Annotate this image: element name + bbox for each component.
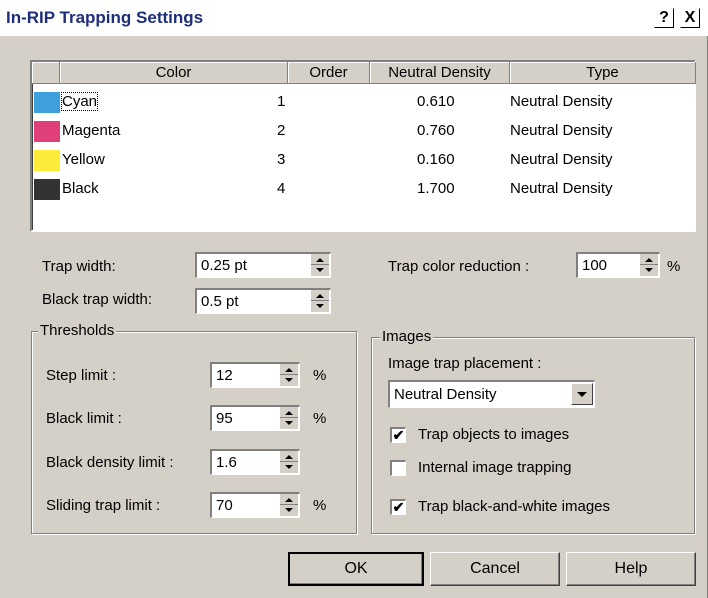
internal-image-trapping-label[interactable]: Internal image trapping bbox=[418, 459, 571, 476]
spin-up-icon[interactable] bbox=[311, 290, 329, 301]
sliding-trap-limit-input[interactable]: 70 bbox=[210, 492, 300, 518]
spin-down-icon[interactable] bbox=[640, 265, 658, 276]
thresholds-group-label: Thresholds bbox=[38, 322, 117, 339]
trap-color-reduction-input[interactable]: 100 bbox=[576, 252, 660, 278]
type-value: Neutral Density bbox=[510, 122, 613, 139]
percent-unit: % bbox=[313, 367, 327, 384]
close-button[interactable]: X bbox=[680, 8, 700, 28]
trap-bw-images-checkbox[interactable]: ✔ bbox=[390, 499, 406, 515]
trap-color-reduction-spinner[interactable] bbox=[640, 254, 658, 276]
cancel-button[interactable]: Cancel bbox=[430, 552, 560, 586]
chevron-down-icon[interactable] bbox=[571, 383, 593, 405]
spin-down-icon[interactable] bbox=[280, 375, 298, 386]
help-title-button[interactable]: ? bbox=[654, 8, 674, 28]
help-button[interactable]: Help bbox=[566, 552, 696, 586]
neutral-density-value: 0.760 bbox=[417, 122, 455, 139]
trap-objects-checkbox[interactable]: ✔ bbox=[390, 427, 406, 443]
trap-color-reduction-value: 100 bbox=[582, 257, 608, 274]
spin-down-icon[interactable] bbox=[280, 462, 298, 473]
black-density-limit-label: Black density limit : bbox=[46, 454, 174, 471]
black-trap-width-label: Black trap width: bbox=[42, 291, 153, 308]
color-name: Yellow bbox=[62, 151, 105, 168]
black-trap-width-input[interactable]: 0.5 pt bbox=[195, 288, 331, 314]
table-row[interactable]: Cyan 1 0.610 Neutral Density bbox=[32, 90, 694, 114]
order-value: 1 bbox=[277, 93, 286, 110]
color-swatch bbox=[34, 121, 60, 142]
header-spacer bbox=[32, 62, 60, 84]
spin-down-icon[interactable] bbox=[311, 301, 329, 312]
spin-down-icon[interactable] bbox=[280, 505, 298, 516]
trap-objects-label[interactable]: Trap objects to images bbox=[418, 426, 569, 443]
spin-down-icon[interactable] bbox=[311, 265, 329, 276]
column-header-order[interactable]: Order bbox=[288, 62, 370, 84]
trap-width-spinner[interactable] bbox=[311, 254, 329, 276]
column-header-color[interactable]: Color bbox=[60, 62, 288, 84]
type-value: Neutral Density bbox=[510, 93, 613, 110]
spin-up-icon[interactable] bbox=[280, 364, 298, 375]
color-swatch bbox=[34, 179, 60, 200]
percent-unit: % bbox=[313, 410, 327, 427]
ok-button[interactable]: OK bbox=[288, 552, 424, 586]
order-value: 3 bbox=[277, 151, 286, 168]
trap-width-input[interactable]: 0.25 pt bbox=[195, 252, 331, 278]
image-trap-placement-value: Neutral Density bbox=[394, 386, 497, 403]
table-row[interactable]: Black 4 1.700 Neutral Density bbox=[32, 177, 694, 201]
neutral-density-value: 0.160 bbox=[417, 151, 455, 168]
image-trap-placement-label: Image trap placement : bbox=[388, 355, 542, 372]
order-value: 2 bbox=[277, 122, 286, 139]
type-value: Neutral Density bbox=[510, 180, 613, 197]
sliding-trap-limit-spinner[interactable] bbox=[280, 494, 298, 516]
images-group-label: Images bbox=[380, 328, 434, 345]
spin-down-icon[interactable] bbox=[280, 418, 298, 429]
window-title: In-RIP Trapping Settings bbox=[6, 8, 204, 27]
table-row[interactable]: Magenta 2 0.760 Neutral Density bbox=[32, 119, 694, 143]
type-value: Neutral Density bbox=[510, 151, 613, 168]
image-trap-placement-select[interactable]: Neutral Density bbox=[388, 380, 595, 408]
spin-up-icon[interactable] bbox=[280, 407, 298, 418]
black-density-limit-input[interactable]: 1.6 bbox=[210, 449, 300, 475]
sliding-trap-limit-value: 70 bbox=[216, 497, 233, 514]
spin-up-icon[interactable] bbox=[280, 494, 298, 505]
column-header-neutral-density[interactable]: Neutral Density bbox=[370, 62, 510, 84]
neutral-density-value: 0.610 bbox=[417, 93, 455, 110]
sliding-trap-limit-label: Sliding trap limit : bbox=[46, 497, 161, 514]
color-list[interactable]: Color Order Neutral Density Type Cyan 1 … bbox=[30, 60, 696, 232]
color-swatch bbox=[34, 92, 60, 113]
trapping-dialog: In-RIP Trapping Settings ? X Color Order… bbox=[0, 0, 708, 598]
color-swatch bbox=[34, 150, 60, 171]
black-limit-label: Black limit : bbox=[46, 410, 122, 427]
step-limit-input[interactable]: 12 bbox=[210, 362, 300, 388]
trap-bw-images-label[interactable]: Trap black-and-white images bbox=[418, 498, 610, 515]
black-limit-value: 95 bbox=[216, 410, 233, 427]
black-density-limit-spinner[interactable] bbox=[280, 451, 298, 473]
spin-up-icon[interactable] bbox=[311, 254, 329, 265]
black-trap-width-spinner[interactable] bbox=[311, 290, 329, 312]
black-density-limit-value: 1.6 bbox=[216, 454, 237, 471]
internal-image-trapping-checkbox[interactable] bbox=[390, 460, 406, 476]
percent-unit: % bbox=[313, 497, 327, 514]
black-limit-spinner[interactable] bbox=[280, 407, 298, 429]
step-limit-label: Step limit : bbox=[46, 367, 117, 384]
percent-unit: % bbox=[667, 258, 681, 275]
spin-up-icon[interactable] bbox=[280, 451, 298, 462]
color-name: Cyan bbox=[60, 92, 99, 111]
title-bar: In-RIP Trapping Settings ? X bbox=[0, 0, 708, 36]
black-trap-width-value: 0.5 pt bbox=[201, 293, 239, 310]
trap-width-label: Trap width: bbox=[42, 258, 116, 275]
trap-color-reduction-label: Trap color reduction : bbox=[388, 258, 530, 275]
step-limit-value: 12 bbox=[216, 367, 233, 384]
trap-width-value: 0.25 pt bbox=[201, 257, 247, 274]
neutral-density-value: 1.700 bbox=[417, 180, 455, 197]
black-limit-input[interactable]: 95 bbox=[210, 405, 300, 431]
color-name: Magenta bbox=[62, 122, 121, 139]
spin-up-icon[interactable] bbox=[640, 254, 658, 265]
table-row[interactable]: Yellow 3 0.160 Neutral Density bbox=[32, 148, 694, 172]
column-header-type[interactable]: Type bbox=[510, 62, 696, 84]
color-name: Black bbox=[62, 180, 99, 197]
order-value: 4 bbox=[277, 180, 286, 197]
step-limit-spinner[interactable] bbox=[280, 364, 298, 386]
